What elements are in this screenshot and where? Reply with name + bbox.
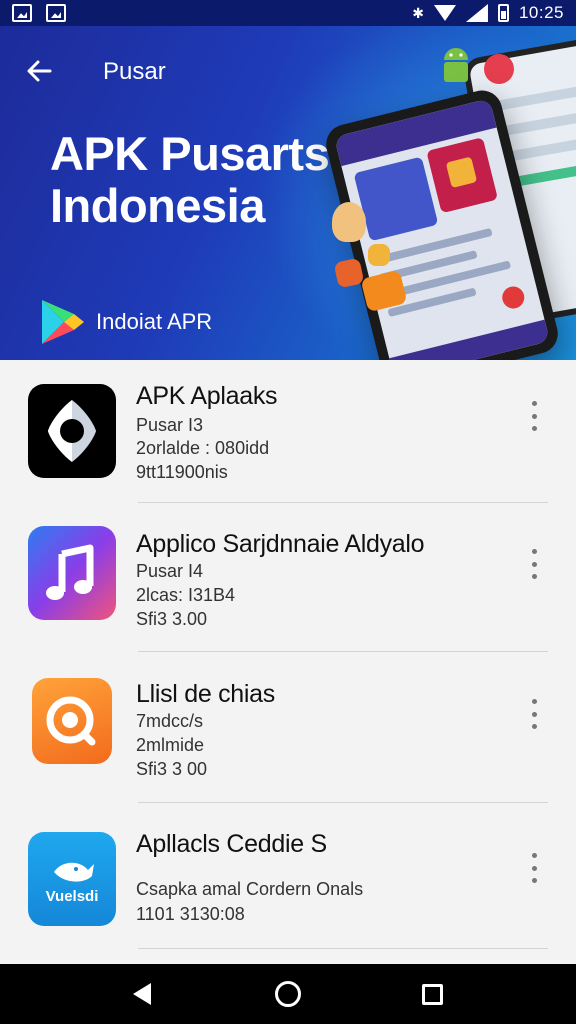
divider (138, 651, 548, 652)
app-meta: 2mlmide (136, 735, 205, 755)
app-subtitle: Csapka amal Cordern Onals (136, 879, 364, 899)
list-item[interactable]: APK Aplaaks Pusar I3 2orlalde : 080idd 9… (0, 360, 576, 510)
divider (138, 802, 548, 803)
app-subtitle: Pusar I4 (136, 561, 204, 581)
signal-icon (465, 4, 488, 22)
divider (138, 948, 548, 949)
app-subtitle: 7mdcc/s (136, 711, 204, 731)
back-arrow-icon[interactable] (24, 56, 54, 86)
more-options-icon[interactable] (524, 696, 544, 732)
fish-icon: Vuelsdi (28, 832, 116, 926)
app-meta: 1101 3130:08 (136, 904, 245, 924)
gallery-icon (46, 4, 66, 22)
image-icon (12, 4, 32, 22)
page-title: Pusar (103, 58, 166, 85)
recents-square-icon (421, 983, 443, 1005)
more-options-icon[interactable] (524, 850, 544, 886)
battery-icon (497, 4, 509, 22)
search-icon (32, 678, 112, 764)
status-bar: ✱ 10:25 (0, 0, 576, 26)
nav-home-button[interactable] (258, 964, 318, 1024)
divider (138, 502, 548, 503)
app-meta: Sfi3 3.00 (136, 609, 208, 629)
app-icon-label: Vuelsdi (45, 888, 99, 905)
brand-text: Indoiat APR (96, 309, 213, 334)
list-item[interactable]: Llisl de chias 7mdcc/s 2mlmide Sfi3 3 00 (0, 658, 576, 808)
nav-back-button[interactable] (112, 964, 172, 1024)
app-title: Llisl de chias (136, 680, 275, 708)
bluetooth-icon: ✱ (412, 4, 424, 21)
more-options-icon[interactable] (524, 398, 544, 434)
list-item[interactable]: Applico Sarjdnnaie Aldyalo Pusar I4 2lca… (0, 508, 576, 658)
app-meta: 2orlalde : 080idd (136, 438, 270, 458)
play-store-icon (42, 300, 84, 344)
nav-recents-button[interactable] (402, 964, 462, 1024)
app-subtitle: Pusar I3 (136, 415, 204, 435)
app-meta: Sfi3 3 00 (136, 759, 208, 779)
app-meta: 9tt11900nis (136, 462, 228, 482)
app-meta: 2lcas: I31B4 (136, 585, 236, 605)
hero-title: APK Pusarts Indonesia (50, 127, 330, 232)
navigation-bar (0, 964, 576, 1024)
app-bubble-icon (368, 244, 390, 266)
more-options-icon[interactable] (524, 546, 544, 582)
app-title: Applico Sarjdnnaie Aldyalo (136, 530, 425, 558)
camera-app-bubble-icon (484, 54, 514, 84)
status-time: 10:25 (518, 3, 564, 22)
wifi-icon (433, 5, 456, 21)
music-note-icon (28, 526, 116, 620)
list-item[interactable]: Vuelsdi Apllacls Ceddie S Csapka amal Co… (0, 808, 576, 958)
app-list: APK Aplaaks Pusar I3 2orlalde : 080idd 9… (0, 360, 576, 964)
avatar-bubble-icon (332, 202, 366, 242)
hero-banner: Pusar APK Pusarts Indonesia Indoiat APR (0, 26, 576, 360)
back-triangle-icon (133, 983, 151, 1005)
app-title: APK Aplaaks (136, 382, 278, 410)
app-title: Apllacls Ceddie S (136, 830, 327, 858)
android-icon (444, 48, 468, 82)
brand-logo: Indoiat APR (38, 298, 212, 346)
home-circle-icon (275, 981, 301, 1007)
eye-icon (28, 384, 116, 478)
